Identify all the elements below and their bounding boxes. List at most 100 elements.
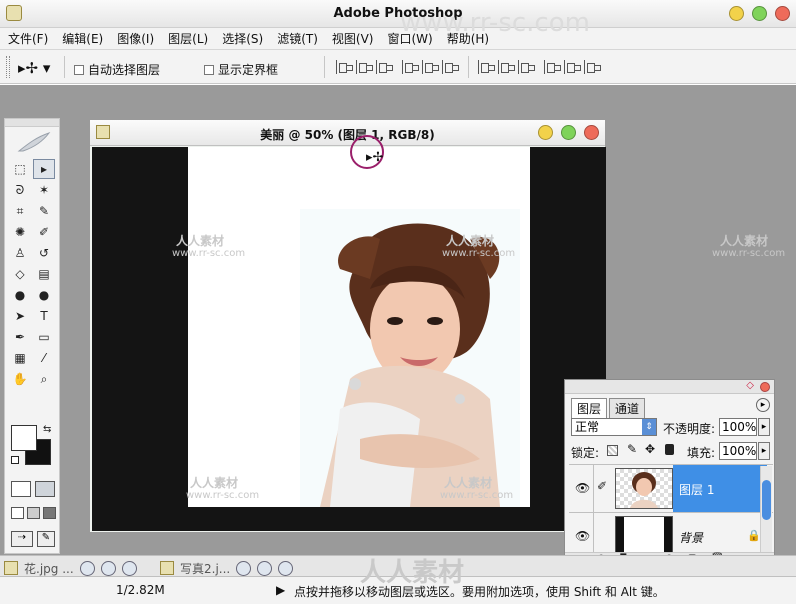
distribute-vcenter-icon[interactable] [498, 60, 515, 74]
brush-link-icon[interactable]: ✐ [597, 479, 607, 493]
blur-tool-icon[interactable]: ● [9, 285, 31, 305]
align-bottom-icon[interactable] [376, 60, 393, 74]
document-titlebar[interactable]: 美丽 @ 50% (图层 1, RGB/8) [90, 120, 605, 146]
blend-mode-select[interactable]: 正常 ⇕ [571, 418, 657, 436]
doc-maximize-button[interactable] [561, 125, 576, 140]
foreground-color-swatch[interactable] [11, 425, 37, 451]
maximize-button[interactable] [100, 560, 116, 576]
zoom-tool-icon[interactable]: ⌕ [33, 369, 55, 389]
scrollbar-thumb[interactable] [762, 480, 771, 520]
distribute-top-icon[interactable] [478, 60, 495, 74]
distribute-left-icon[interactable] [544, 60, 561, 74]
maximize-button[interactable] [752, 6, 767, 21]
lock-transparency-icon[interactable] [607, 445, 618, 456]
gradient-tool-icon[interactable]: ▤ [33, 264, 55, 284]
default-colors-icon[interactable] [11, 456, 19, 464]
canvas-area[interactable] [92, 147, 606, 531]
taskbar-item-1[interactable]: 花.jpg ... [4, 558, 154, 578]
panel-close-button[interactable] [760, 382, 770, 392]
jump-to-imageready-icon[interactable]: ⇢ [11, 531, 33, 547]
screen-mode-menubar-icon[interactable] [27, 507, 40, 519]
notes-tool-icon[interactable]: ▦ [9, 348, 31, 368]
layer-name[interactable]: 图层 1 [679, 481, 714, 498]
pen-tool-icon[interactable]: ✒ [9, 327, 31, 347]
lock-position-icon[interactable]: ✥ [645, 442, 655, 456]
history-brush-tool-icon[interactable]: ↺ [33, 243, 55, 263]
panel-menu-button[interactable]: ▸ [756, 398, 770, 412]
taskbar-item-2[interactable]: 写真2.j... [160, 558, 315, 578]
marquee-tool-icon[interactable]: ⬚ [9, 159, 31, 179]
type-tool-icon[interactable]: T [33, 306, 55, 326]
dodge-tool-icon[interactable]: ● [33, 285, 55, 305]
restore-button[interactable] [236, 560, 252, 576]
visibility-eye-icon[interactable]: 👁 [575, 529, 590, 543]
tab-channels[interactable]: 通道 [609, 398, 646, 418]
doc-minimize-button[interactable] [538, 125, 553, 140]
status-arrow-icon[interactable]: ▶ [276, 583, 285, 597]
distribute-bottom-icon[interactable] [518, 60, 535, 74]
maximize-button[interactable] [257, 560, 273, 576]
document-size[interactable]: 1/2.82M [116, 583, 165, 597]
close-button[interactable] [775, 6, 790, 21]
opacity-input[interactable]: 100% [719, 418, 757, 436]
feather-logo-icon[interactable] [15, 129, 53, 155]
clone-stamp-tool-icon[interactable]: ♙ [9, 243, 31, 263]
lock-all-icon[interactable] [665, 444, 674, 455]
hand-tool-icon[interactable]: ✋ [9, 369, 31, 389]
align-vcenter-icon[interactable] [356, 60, 373, 74]
layer-row-selected[interactable]: 👁 ✐ 图层 1 [569, 464, 773, 513]
menu-file[interactable]: 文件(F) [8, 30, 48, 47]
eraser-tool-icon[interactable]: ◇ [9, 264, 31, 284]
brush-tool-icon[interactable]: ✐ [33, 222, 55, 242]
fill-slider-button[interactable]: ▸ [758, 442, 770, 460]
close-button[interactable] [278, 560, 294, 576]
layers-scrollbar[interactable] [760, 466, 772, 556]
doc-close-button[interactable] [584, 125, 599, 140]
toolbox-grip[interactable] [5, 119, 59, 127]
screen-mode-full-icon[interactable] [43, 507, 56, 519]
path-selection-tool-icon[interactable]: ➤ [9, 306, 31, 326]
shape-tool-icon[interactable]: ▭ [33, 327, 55, 347]
menu-layer[interactable]: 图层(L) [168, 30, 208, 47]
lock-pixels-icon[interactable]: ✎ [627, 442, 637, 456]
screen-mode-standard-icon[interactable] [11, 507, 24, 519]
menu-edit[interactable]: 编辑(E) [62, 30, 103, 47]
menu-image[interactable]: 图像(I) [117, 30, 154, 47]
move-tool-preset-icon[interactable]: ▸✢ ▾ [18, 59, 50, 77]
close-button[interactable] [121, 560, 137, 576]
auto-select-checkbox[interactable]: 自动选择图层 [74, 61, 160, 78]
healing-brush-tool-icon[interactable]: ✺ [9, 222, 31, 242]
move-tool-icon[interactable]: ▸ [33, 159, 55, 179]
slice-tool-icon[interactable]: ✎ [33, 201, 55, 221]
options-grip[interactable] [6, 56, 10, 78]
edit-in-imageready-icon[interactable]: ✎ [37, 531, 55, 547]
standard-mode-icon[interactable] [11, 481, 31, 497]
tab-layers[interactable]: 图层 [571, 398, 608, 418]
align-right-icon[interactable] [442, 60, 459, 74]
distribute-right-icon[interactable] [584, 60, 601, 74]
swap-colors-icon[interactable]: ⇆ [43, 424, 51, 435]
minimize-button[interactable] [729, 6, 744, 21]
menu-window[interactable]: 窗口(W) [387, 30, 432, 47]
opacity-slider-button[interactable]: ▸ [758, 418, 770, 436]
layers-panel-titlebar[interactable] [565, 380, 774, 394]
menu-filter[interactable]: 滤镜(T) [277, 30, 318, 47]
menu-help[interactable]: 帮助(H) [447, 30, 489, 47]
align-top-icon[interactable] [336, 60, 353, 74]
show-bounds-checkbox[interactable]: 显示定界框 [204, 61, 278, 78]
fill-input[interactable]: 100% [719, 442, 757, 460]
menu-select[interactable]: 选择(S) [222, 30, 263, 47]
visibility-eye-icon[interactable]: 👁 [575, 481, 590, 495]
restore-button[interactable] [79, 560, 95, 576]
eyedropper-tool-icon[interactable]: ⁄ [33, 348, 55, 368]
align-left-icon[interactable] [402, 60, 419, 74]
quick-mask-mode-icon[interactable] [35, 481, 55, 497]
menu-view[interactable]: 视图(V) [332, 30, 374, 47]
align-hcenter-icon[interactable] [422, 60, 439, 74]
panel-collapse-icon[interactable]: ◇ [746, 380, 754, 391]
distribute-hcenter-icon[interactable] [564, 60, 581, 74]
lasso-tool-icon[interactable]: ᘐ [9, 180, 31, 200]
crop-tool-icon[interactable]: ⌗ [9, 201, 31, 221]
layer-name[interactable]: 背景 [679, 529, 703, 546]
magic-wand-tool-icon[interactable]: ✶ [33, 180, 55, 200]
